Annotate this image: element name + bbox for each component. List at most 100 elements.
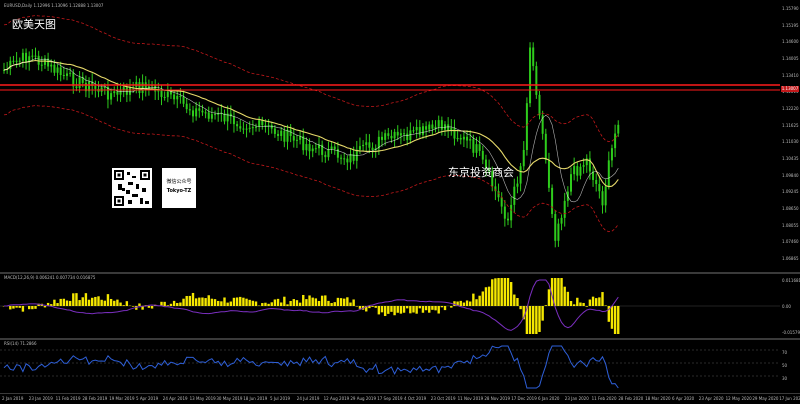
price-chart-pane[interactable]: EURUSD,Daily 1.12996 1.13096 1.12888 1.1… xyxy=(0,0,780,272)
macd-histogram-bar xyxy=(334,302,336,306)
candle-body xyxy=(315,148,317,149)
candle-body xyxy=(507,219,509,221)
macd-histogram-bar xyxy=(469,302,471,306)
candle-body xyxy=(557,224,559,241)
macd-histogram-bar xyxy=(548,289,550,306)
candle-body xyxy=(211,114,213,119)
macd-histogram-bar xyxy=(318,301,320,306)
macd-histogram-bar xyxy=(601,292,603,306)
rsi-axis-label: 30 xyxy=(782,376,787,381)
candle-body xyxy=(598,184,600,191)
date-axis-label: 17 Jun 2020 xyxy=(779,396,800,401)
candle-body xyxy=(617,125,619,134)
candle-body xyxy=(252,127,254,128)
candle-body xyxy=(186,104,188,109)
candle-body xyxy=(469,139,471,140)
qr-code-image xyxy=(112,168,152,208)
candle-body xyxy=(309,144,311,151)
macd-histogram-bar xyxy=(586,306,588,307)
candle-body xyxy=(605,186,607,205)
macd-histogram-bar xyxy=(308,295,310,306)
candle-body xyxy=(516,184,518,187)
candle-body xyxy=(570,174,572,191)
macd-histogram-bar xyxy=(82,297,84,306)
macd-histogram-bar xyxy=(211,299,213,306)
macd-pane[interactable]: MACD(12,26,9) 0.006241 0.007734 0.016875 xyxy=(0,274,780,338)
candle-body xyxy=(94,86,96,89)
candle-body xyxy=(183,97,185,104)
candle-body xyxy=(539,95,541,116)
price-axis-label: 1.15195 xyxy=(782,23,799,28)
macd-histogram-bar xyxy=(214,299,216,306)
macd-histogram-bar xyxy=(513,295,515,306)
macd-histogram-bar xyxy=(397,306,399,313)
time-axis: 2 Jan 201923 Jan 201911 Feb 201928 Feb 2… xyxy=(0,393,800,404)
macd-histogram-bar xyxy=(419,306,421,308)
macd-histogram-bar xyxy=(573,304,575,306)
date-axis-label: 23 Apr 2020 xyxy=(699,396,724,401)
date-axis-label: 6 Jan 2020 xyxy=(538,396,559,401)
macd-histogram-bar xyxy=(384,306,386,316)
macd-histogram-bar xyxy=(441,306,443,307)
candle-body xyxy=(208,112,210,118)
macd-histogram-bar xyxy=(554,278,556,306)
macd-histogram-bar xyxy=(31,306,33,309)
macd-axis: 0.0116810.00-0.015795 xyxy=(780,274,800,338)
macd-histogram-bar xyxy=(280,302,282,306)
macd-histogram-bar xyxy=(567,292,569,306)
macd-histogram-bar xyxy=(204,298,206,306)
candle-body xyxy=(510,205,512,220)
macd-histogram-bar xyxy=(478,296,480,306)
candle-body xyxy=(406,134,408,140)
macd-histogram-bar xyxy=(100,300,102,306)
macd-histogram-bar xyxy=(422,306,424,313)
candle-body xyxy=(438,120,440,127)
macd-histogram-bar xyxy=(107,294,109,306)
macd-histogram-bar xyxy=(167,305,169,306)
date-axis-label: 28 Nov 2019 xyxy=(484,396,510,401)
date-axis-label: 28 Feb 2019 xyxy=(82,396,107,401)
macd-histogram-bar xyxy=(516,298,518,306)
candle-body xyxy=(274,129,276,134)
candle-body xyxy=(583,165,585,167)
macd-histogram-bar xyxy=(494,278,496,306)
candle-body xyxy=(334,147,336,150)
date-axis-label: 24 Jul 2019 xyxy=(297,396,320,401)
candle-body xyxy=(35,56,37,57)
date-axis-label: 23 Jan 2020 xyxy=(565,396,589,401)
candle-body xyxy=(476,144,478,153)
macd-histogram-bar xyxy=(34,306,36,309)
candle-body xyxy=(198,108,200,110)
candle-body xyxy=(277,134,279,136)
candle-body xyxy=(31,56,33,57)
candle-body xyxy=(331,147,333,150)
candle-body xyxy=(561,218,563,224)
date-axis-label: 11 Feb 2019 xyxy=(56,396,81,401)
macd-histogram-bar xyxy=(286,304,288,306)
rsi-axis-label: 50 xyxy=(782,363,787,368)
candle-body xyxy=(242,129,244,130)
macd-histogram-bar xyxy=(557,278,559,306)
macd-histogram-bar xyxy=(463,303,465,306)
macd-histogram-bar xyxy=(245,299,247,306)
macd-histogram-bar xyxy=(75,293,77,306)
macd-histogram-bar xyxy=(302,295,304,306)
date-axis-label: 12 May 2020 xyxy=(726,396,752,401)
macd-histogram-bar xyxy=(598,297,600,306)
price-chart xyxy=(0,0,780,272)
macd-histogram-bar xyxy=(453,301,455,306)
candle-body xyxy=(110,93,112,99)
macd-histogram-bar xyxy=(220,301,222,306)
candle-body xyxy=(25,53,27,62)
macd-histogram-bar xyxy=(434,306,436,310)
candle-body xyxy=(526,103,528,150)
price-axis-label: 1.07460 xyxy=(782,239,799,244)
candle-body xyxy=(179,96,181,97)
macd-histogram-bar xyxy=(289,301,291,306)
macd-histogram-bar xyxy=(186,296,188,306)
macd-histogram-bar xyxy=(381,306,383,312)
candle-body xyxy=(535,66,537,95)
macd-histogram-bar xyxy=(173,301,175,306)
rsi-pane[interactable]: RSI(14) 71.2866 xyxy=(0,340,780,393)
candle-body xyxy=(362,145,364,146)
